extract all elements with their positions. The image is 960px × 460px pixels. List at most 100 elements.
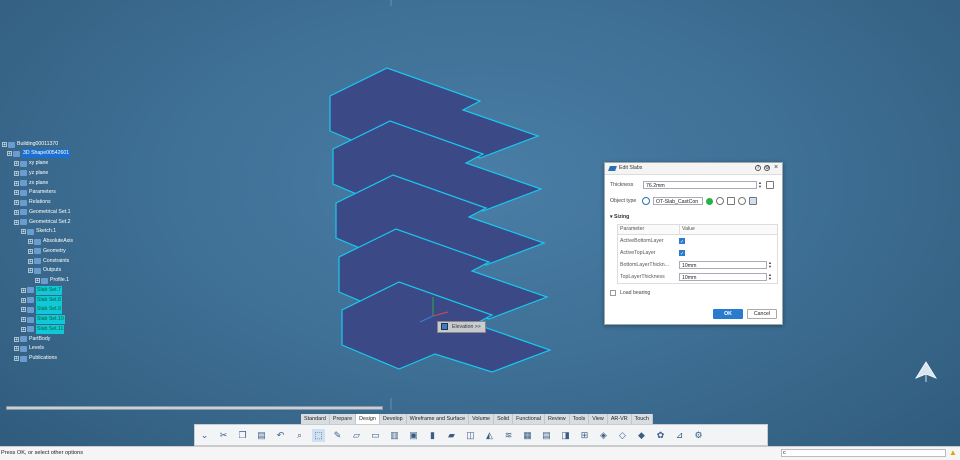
tree-item[interactable]: + Parameters — [14, 188, 56, 197]
link-icon[interactable] — [766, 181, 774, 189]
expand-icon[interactable]: + — [14, 200, 19, 206]
tree-item[interactable]: + Relations — [14, 198, 51, 207]
info-icon[interactable] — [716, 197, 724, 205]
tag-icon[interactable]: ◇ — [616, 429, 629, 442]
warning-icon[interactable]: ▲ — [949, 449, 957, 457]
cube-tool-icon[interactable]: ◈ — [597, 429, 610, 442]
expand-icon[interactable]: + — [21, 326, 26, 332]
expand-icon[interactable]: + — [21, 307, 26, 313]
stair-icon[interactable]: ▥ — [388, 429, 401, 442]
grid-icon[interactable]: ▦ — [521, 429, 534, 442]
beam-icon[interactable]: ▰ — [445, 429, 458, 442]
compass-icon[interactable] — [912, 360, 940, 384]
expand-icon[interactable]: + — [2, 142, 7, 148]
expand-icon[interactable]: + — [21, 229, 26, 235]
tree-shape-node[interactable]: +3D Shape00542601 — [7, 149, 71, 158]
paste-icon[interactable]: ▤ — [255, 429, 268, 442]
tree-item[interactable]: + PartBody — [14, 335, 50, 344]
tab-volume[interactable]: Volume — [469, 414, 495, 424]
tab-tools[interactable]: Tools — [570, 414, 590, 424]
elevation-button[interactable]: Elevation >> — [437, 321, 486, 333]
expand-icon[interactable]: + — [28, 268, 33, 274]
thickness-stepper[interactable]: ▲ ▼ — [757, 181, 763, 189]
label-icon[interactable]: ◆ — [635, 429, 648, 442]
expand-toolbar-icon[interactable]: ⌄ — [198, 429, 211, 442]
expand-icon[interactable]: + — [14, 356, 19, 362]
tree-item[interactable]: + Geometrical Set.2 — [14, 218, 71, 227]
expand-icon[interactable]: + — [14, 170, 19, 176]
thickness-input[interactable]: 76.2mm — [643, 181, 757, 189]
expand-icon[interactable]: + — [28, 239, 33, 245]
undo-icon[interactable]: ↶ — [274, 429, 287, 442]
roof-icon[interactable]: ◭ — [483, 429, 496, 442]
tree-item[interactable]: + Profile.1 — [35, 276, 69, 285]
tab-wireframe-and-surface[interactable]: Wireframe and Surface — [407, 414, 470, 424]
edit-type-icon[interactable] — [727, 197, 735, 205]
command-input[interactable]: c — [781, 449, 946, 457]
curtain-wall-icon[interactable]: ▤ — [540, 429, 553, 442]
3d-viewport[interactable] — [0, 0, 960, 446]
expand-icon[interactable]: + — [14, 346, 19, 352]
bottom-layer-stepper[interactable]: ▲ ▼ — [767, 261, 773, 269]
top-layer-stepper[interactable]: ▲ ▼ — [767, 273, 773, 281]
tree-item[interactable]: + Sketch.1 — [21, 227, 56, 236]
catalog-icon[interactable] — [749, 197, 757, 205]
tree-item[interactable]: + Outputs — [28, 266, 61, 275]
tree-item[interactable]: + Slab Set.7 — [21, 285, 62, 295]
tab-prepare[interactable]: Prepare — [330, 414, 357, 424]
tree-item[interactable]: + Constraints — [28, 257, 69, 266]
tree-item[interactable]: + Geometry — [28, 247, 66, 256]
wall-icon[interactable]: ▣ — [407, 429, 420, 442]
expand-icon[interactable]: + — [14, 161, 19, 167]
tree-item[interactable]: + yz plane — [14, 169, 48, 178]
tab-ar-vr[interactable]: AR-VR — [608, 414, 632, 424]
expand-icon[interactable]: + — [14, 190, 19, 196]
tab-solid[interactable]: Solid — [494, 414, 514, 424]
expand-icon[interactable]: + — [28, 258, 33, 264]
tab-touch[interactable]: Touch — [632, 414, 653, 424]
tree-item[interactable]: + zx plane — [14, 179, 48, 188]
sketch-icon[interactable]: ✎ — [331, 429, 344, 442]
top-layer-thickness-input[interactable]: 10mm — [679, 273, 767, 281]
tree-scrollbar[interactable] — [6, 406, 383, 410]
column-icon[interactable]: ▮ — [426, 429, 439, 442]
tree-item[interactable]: + Publications — [14, 354, 57, 363]
tab-functional[interactable]: Functional — [513, 414, 545, 424]
railing-icon[interactable]: ≋ — [502, 429, 515, 442]
tree-item[interactable]: + xy plane — [14, 159, 48, 168]
sizing-section-header[interactable]: ▾ Sizing — [610, 214, 629, 220]
active-top-layer-checkbox[interactable]: ✓ — [679, 250, 685, 257]
object-type-field[interactable]: OT-Slab_CastCon — [653, 197, 703, 205]
active-bottom-layer-checkbox[interactable]: ✓ — [679, 238, 685, 245]
tree-item[interactable]: + Levels — [14, 344, 44, 353]
expand-icon[interactable]: + — [28, 248, 33, 254]
tab-design[interactable]: Design — [356, 414, 380, 424]
settings-icon[interactable]: ⚙ — [764, 165, 770, 171]
tree-item[interactable]: + Slab Set.9 — [21, 305, 62, 315]
search-icon[interactable] — [738, 197, 746, 205]
bottom-layer-thickness-input[interactable]: 10mm — [679, 261, 767, 269]
tab-standard[interactable]: Standard — [301, 414, 330, 424]
cut-icon[interactable]: ✂ — [217, 429, 230, 442]
opening-icon[interactable]: ◫ — [464, 429, 477, 442]
tree-root[interactable]: + Building00011370 — [2, 140, 58, 149]
expand-icon[interactable]: + — [7, 151, 12, 157]
help-icon[interactable]: ? — [755, 165, 761, 171]
tree-item[interactable]: + Slab Set.8 — [21, 295, 62, 305]
tree-item[interactable]: + Slab Set.11 — [21, 324, 65, 334]
ok-button[interactable]: OK — [713, 309, 743, 319]
tab-review[interactable]: Review — [545, 414, 570, 424]
analysis-icon[interactable]: ⚙ — [692, 429, 705, 442]
expand-icon[interactable]: + — [21, 287, 26, 293]
cancel-button[interactable]: Cancel — [747, 309, 777, 319]
expand-icon[interactable]: + — [14, 219, 19, 225]
close-icon[interactable]: × — [773, 164, 779, 171]
expand-icon[interactable]: + — [14, 180, 19, 186]
tree-item[interactable]: + Geometrical Set.1 — [14, 208, 71, 217]
measure-icon[interactable]: ⊿ — [673, 429, 686, 442]
select-mode-icon[interactable]: ⬚ — [312, 428, 325, 442]
floor-icon[interactable]: ▭ — [369, 429, 382, 442]
slab-tool-icon[interactable]: ▱ — [350, 429, 363, 442]
expand-icon[interactable]: + — [21, 297, 26, 303]
copy-icon[interactable]: ❐ — [236, 429, 249, 442]
